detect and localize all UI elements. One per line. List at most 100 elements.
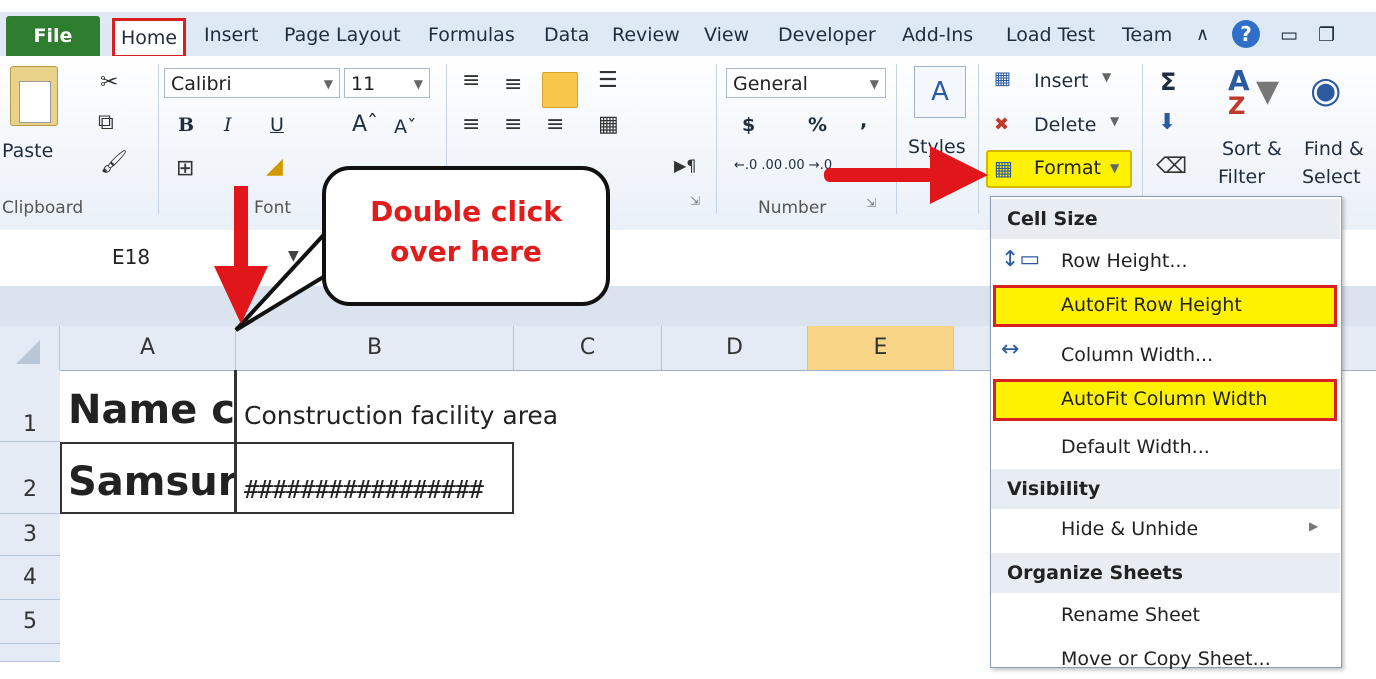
callout-bubble: Double click over here <box>322 166 610 306</box>
cell-b1[interactable]: Construction facility area <box>244 396 644 436</box>
insert-button[interactable]: Insert <box>1034 70 1089 92</box>
menu-item-column-width[interactable]: Column Width... <box>1061 335 1213 375</box>
row-header-1[interactable]: 1 <box>0 370 60 442</box>
group-label-number: Number <box>758 198 827 218</box>
align-middle-icon[interactable]: ≡ <box>504 72 522 97</box>
borders-icon[interactable]: ⊞ <box>176 156 194 181</box>
menu-item-hide-unhide[interactable]: Hide & Unhide <box>1061 509 1198 549</box>
find-select-icon[interactable]: ◉ <box>1310 70 1341 111</box>
column-header-e[interactable]: E <box>808 326 954 370</box>
menu-item-autofit-row-height[interactable]: AutoFit Row Height <box>1061 285 1242 325</box>
merge-center-icon[interactable]: ▦ <box>598 112 619 137</box>
format-painter-icon[interactable]: 🖌 <box>100 150 128 175</box>
group-label-clipboard: Clipboard <box>2 198 84 218</box>
row-header-3[interactable]: 3 <box>0 514 60 556</box>
italic-button[interactable]: I <box>224 114 232 136</box>
select-label[interactable]: Select <box>1302 166 1361 188</box>
filter-label[interactable]: Filter <box>1218 166 1265 188</box>
sort-filter-icon[interactable]: A Z ▼ <box>1226 64 1288 124</box>
clear-icon[interactable]: ⌫ <box>1156 154 1187 179</box>
tab-review[interactable]: Review <box>612 20 680 50</box>
cell-a2[interactable]: Samsur <box>68 454 234 510</box>
align-bottom-button[interactable] <box>542 72 578 108</box>
tab-team[interactable]: Team <box>1122 20 1172 50</box>
find-label[interactable]: Find & <box>1304 138 1364 160</box>
tab-load-test[interactable]: Load Test <box>1006 20 1095 50</box>
tab-home[interactable]: Home <box>112 18 187 58</box>
number-format-combo[interactable]: General ▼ <box>726 68 886 98</box>
shrink-font-button[interactable]: Aˇ <box>394 116 417 138</box>
styles-icon[interactable]: A <box>914 66 966 118</box>
insert-dropdown-icon[interactable]: ▼ <box>1102 70 1111 84</box>
row-height-icon: ↕▭ <box>1001 247 1041 272</box>
wrap-text-icon[interactable]: ☰ <box>598 68 618 93</box>
alignment-launcher-icon[interactable]: ⇲ <box>690 194 700 208</box>
menu-heading-cell-size: Cell Size <box>991 199 1340 239</box>
underline-button[interactable]: U <box>270 114 284 136</box>
row-header-2[interactable]: 2 <box>0 442 60 514</box>
minimize-ribbon-icon[interactable]: ∧ <box>1196 20 1209 50</box>
delete-dropdown-icon[interactable]: ▼ <box>1110 114 1119 128</box>
fill-icon[interactable]: ⬇ <box>1158 110 1176 135</box>
align-right-icon[interactable]: ≡ <box>546 112 564 137</box>
menu-heading-organize-sheets: Organize Sheets <box>991 553 1340 593</box>
percent-button[interactable]: % <box>808 114 827 136</box>
down-arrow-annotation <box>214 186 268 324</box>
format-button[interactable]: ▦ Format ▼ <box>986 150 1132 188</box>
cell-a1[interactable]: Name c <box>68 382 234 438</box>
delete-cells-icon: ✖ <box>994 114 1010 135</box>
paste-icon[interactable] <box>10 66 58 126</box>
select-all-corner[interactable] <box>0 326 60 370</box>
format-dropdown-icon: ▼ <box>1110 161 1120 175</box>
callout-line-2: over here <box>390 235 542 268</box>
menu-item-row-height[interactable]: Row Height... <box>1061 241 1187 281</box>
autosum-icon[interactable]: Σ <box>1160 68 1176 96</box>
cut-icon[interactable]: ✂ <box>100 70 118 95</box>
column-ab-boundary[interactable] <box>234 370 237 514</box>
column-header-d[interactable]: D <box>662 326 808 370</box>
align-top-icon[interactable]: ≡ <box>462 68 480 93</box>
menu-item-rename-sheet[interactable]: Rename Sheet <box>1061 595 1200 635</box>
callout-line-1: Double click <box>370 195 562 228</box>
currency-button[interactable]: $ <box>742 114 755 136</box>
grow-font-button[interactable]: Aˆ <box>352 112 378 137</box>
cell-b2[interactable]: ################# <box>244 470 508 510</box>
insert-cells-icon: ▦ <box>994 68 1012 89</box>
submenu-arrow-icon: ▶ <box>1309 519 1319 533</box>
tab-add-ins[interactable]: Add-Ins <box>902 20 973 50</box>
font-name-combo[interactable]: Calibri ▼ <box>164 68 340 98</box>
increase-decimal-button[interactable]: ←.0 .00 <box>734 158 782 173</box>
tab-insert[interactable]: Insert <box>204 20 259 50</box>
right-arrow-annotation <box>824 146 988 204</box>
menu-item-default-width[interactable]: Default Width... <box>1061 427 1210 467</box>
font-size-combo[interactable]: 11 ▼ <box>344 68 430 98</box>
row-header-4[interactable]: 4 <box>0 556 60 600</box>
sort-label[interactable]: Sort & <box>1222 138 1282 160</box>
help-icon[interactable]: ? <box>1232 20 1260 48</box>
menu-item-move-copy-sheet[interactable]: Move or Copy Sheet... <box>1061 639 1271 679</box>
align-center-icon[interactable]: ≡ <box>504 112 522 137</box>
tab-data[interactable]: Data <box>544 20 589 50</box>
window-restore-icon[interactable]: ❐ <box>1318 20 1335 50</box>
tab-view[interactable]: View <box>704 20 749 50</box>
tab-developer[interactable]: Developer <box>778 20 876 50</box>
column-width-icon: ↔ <box>1001 337 1020 362</box>
delete-button[interactable]: Delete <box>1034 114 1096 136</box>
copy-icon[interactable]: ⧉ <box>98 110 114 135</box>
format-button-label: Format <box>1034 157 1101 179</box>
menu-heading-visibility: Visibility <box>991 469 1340 509</box>
row-header-6[interactable] <box>0 644 60 662</box>
menu-item-autofit-column-width[interactable]: AutoFit Column Width <box>1061 379 1267 419</box>
comma-button[interactable]: , <box>860 110 867 132</box>
row-header-5[interactable]: 5 <box>0 600 60 644</box>
tab-formulas[interactable]: Formulas <box>428 20 515 50</box>
tab-file[interactable]: File <box>6 16 100 56</box>
tab-page-layout[interactable]: Page Layout <box>284 20 401 50</box>
window-minimize-icon[interactable]: ▭ <box>1280 20 1298 50</box>
font-name-value: Calibri <box>171 73 232 95</box>
number-format-value: General <box>733 73 808 95</box>
text-direction-icon[interactable]: ▶¶ <box>674 156 696 175</box>
bold-button[interactable]: B <box>178 114 194 136</box>
paste-button[interactable]: Paste <box>2 140 53 162</box>
align-left-icon[interactable]: ≡ <box>462 112 480 137</box>
